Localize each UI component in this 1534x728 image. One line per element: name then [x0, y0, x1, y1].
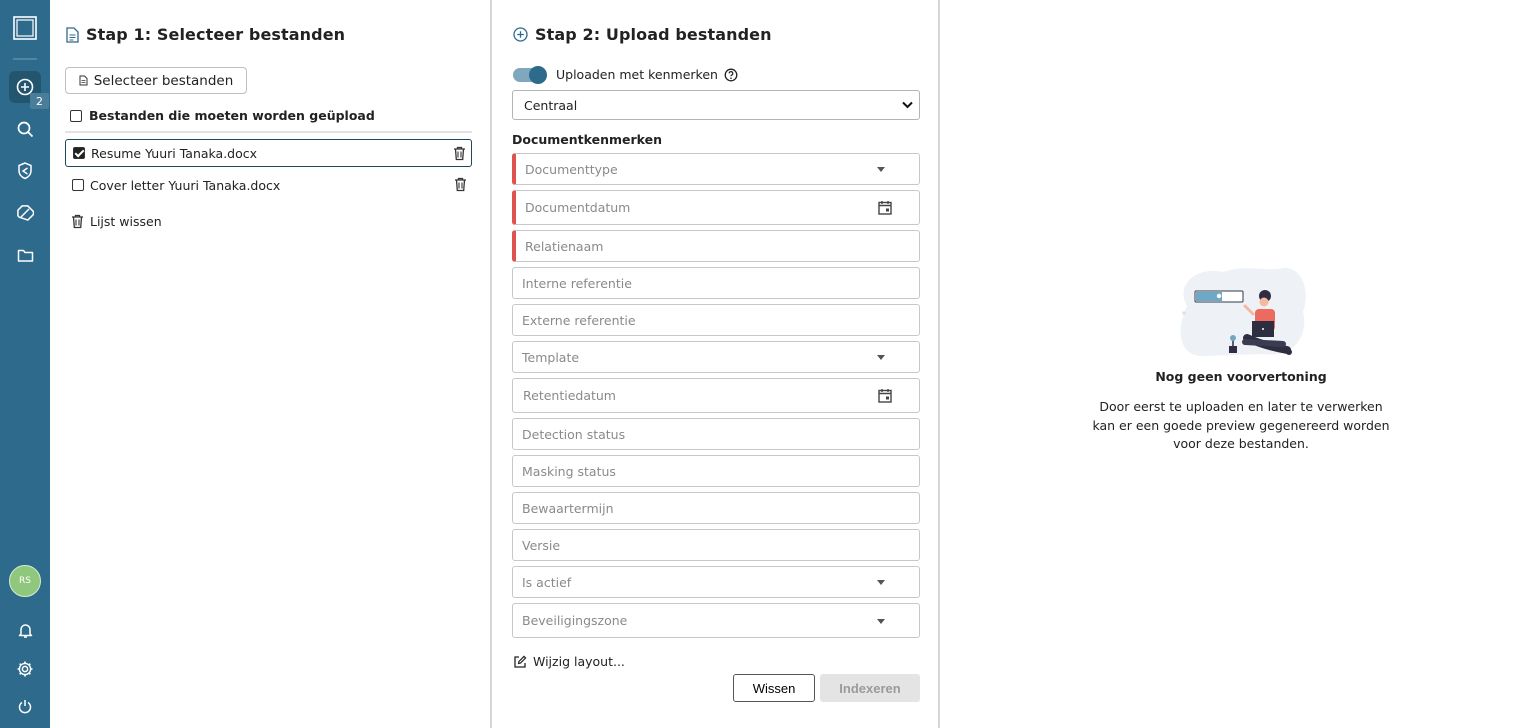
sidebar-divider: [13, 58, 37, 60]
relatienaam-field[interactable]: Relatienaam: [512, 230, 920, 262]
files-list-header-label: Bestanden die moeten worden geüpload: [89, 108, 375, 123]
step2-title: Stap 2: Upload bestanden: [535, 25, 772, 44]
sidebar-item-search[interactable]: [9, 113, 41, 145]
step1-heading: Stap 1: Selecteer bestanden: [66, 25, 345, 44]
toggle-label: Uploaden met kenmerken: [556, 67, 718, 82]
versie-field[interactable]: Versie: [512, 529, 920, 561]
sidebar-item-logout[interactable]: [9, 690, 41, 722]
index-button[interactable]: Indexeren: [820, 674, 920, 702]
bewaartermijn-placeholder: Bewaartermijn: [522, 500, 614, 516]
file-checkbox[interactable]: [72, 179, 84, 191]
step1-panel: Stap 1: Selecteer bestanden Selecteer be…: [50, 0, 492, 728]
gear-icon: [17, 661, 33, 677]
app-logo[interactable]: [9, 12, 41, 44]
is-actief-field[interactable]: Is actief: [512, 566, 920, 598]
documentdatum-placeholder: Documentdatum: [525, 200, 631, 215]
file-row[interactable]: Cover letter Yuuri Tanaka.docx: [65, 171, 472, 199]
trash-icon[interactable]: [453, 146, 466, 161]
sidebar-item-masking[interactable]: [9, 197, 41, 229]
upload-with-attributes-toggle[interactable]: [513, 65, 547, 84]
sidebar-item-folders[interactable]: [9, 239, 41, 271]
trash-icon: [72, 214, 83, 229]
interne-referentie-placeholder: Interne referentie: [522, 275, 632, 291]
interne-referentie-field[interactable]: Interne referentie: [512, 267, 920, 299]
documenttype-field[interactable]: Documenttype: [512, 153, 920, 185]
retentiedatum-placeholder: Retentiedatum: [523, 388, 616, 403]
file-checkbox[interactable]: [73, 147, 85, 159]
externe-referentie-field[interactable]: Externe referentie: [512, 304, 920, 336]
bewaartermijn-field[interactable]: Bewaartermijn: [512, 492, 920, 524]
select-all-checkbox[interactable]: [70, 109, 82, 122]
file-name: Resume Yuuri Tanaka.docx: [91, 145, 258, 161]
select-files-button[interactable]: Selecteer bestanden: [65, 67, 247, 94]
template-placeholder: Template: [522, 349, 580, 365]
attributes-section-label: Documentkenmerken: [512, 132, 663, 147]
edit-icon: [514, 655, 527, 668]
masking-status-placeholder: Masking status: [522, 463, 616, 479]
documenttype-placeholder: Documenttype: [525, 161, 618, 177]
caret-down-icon: [877, 618, 885, 624]
power-icon: [18, 699, 32, 713]
edit-layout-label: Wijzig layout...: [533, 654, 625, 669]
sidebar-item-security[interactable]: [9, 155, 41, 187]
caret-down-icon: [877, 580, 885, 585]
beveiligingszone-field[interactable]: Beveiligingszone: [512, 603, 920, 638]
step1-title: Stap 1: Selecteer bestanden: [86, 25, 346, 44]
shield-icon: [18, 162, 32, 180]
documentdatum-field[interactable]: Documentdatum: [512, 190, 920, 225]
preview-title: Nog geen voorvertoning: [1155, 369, 1327, 384]
retentiedatum-field[interactable]: Retentiedatum: [512, 378, 920, 413]
logo-icon: [13, 16, 37, 40]
sidebar-item-notifications[interactable]: [9, 614, 41, 646]
sidebar: 2 RS: [0, 0, 50, 728]
template-field[interactable]: Template: [512, 341, 920, 373]
files-list-header: Bestanden die moeten worden geüpload: [70, 108, 375, 123]
detection-status-placeholder: Detection status: [522, 426, 626, 442]
preview-description: Door eerst te uploaden en later te verwe…: [1092, 399, 1390, 451]
upload-with-attributes-row: Uploaden met kenmerken: [513, 65, 738, 84]
file-row[interactable]: Resume Yuuri Tanaka.docx: [65, 139, 472, 167]
edit-layout-link[interactable]: Wijzig layout...: [513, 654, 625, 669]
app: 2 RS Stap 1: Selecteer bestanden Selecte…: [0, 0, 1534, 728]
location-select-value: Centraal: [524, 97, 578, 113]
search-icon: [17, 121, 33, 137]
bell-icon: [18, 623, 32, 638]
plus-circle-icon: [513, 27, 528, 42]
select-files-label: Selecteer bestanden: [93, 72, 234, 89]
document-icon: [66, 26, 79, 43]
clear-list-button[interactable]: Lijst wissen: [71, 214, 162, 229]
file-icon: [79, 75, 88, 86]
tag-slash-icon: [17, 205, 34, 221]
caret-down-icon: [877, 167, 885, 172]
avatar[interactable]: RS: [9, 565, 41, 597]
versie-placeholder: Versie: [522, 537, 561, 553]
folder-icon: [17, 249, 33, 262]
list-header-divider: [65, 131, 472, 133]
upload-count-badge: 2: [30, 93, 49, 109]
chevron-down-icon: [902, 101, 913, 109]
detection-status-field[interactable]: Detection status: [512, 418, 920, 450]
caret-down-icon: [877, 355, 885, 360]
location-select[interactable]: Centraal: [512, 90, 920, 120]
is-actief-placeholder: Is actief: [522, 574, 572, 590]
clear-list-label: Lijst wissen: [90, 214, 162, 229]
step2-panel: Stap 2: Upload bestanden Uploaden met ke…: [493, 0, 940, 728]
preview-panel: Nog geen voorvertoning Door eerst te upl…: [942, 0, 1534, 728]
masking-status-field[interactable]: Masking status: [512, 455, 920, 487]
file-name: Cover letter Yuuri Tanaka.docx: [90, 177, 281, 193]
clear-button[interactable]: Wissen: [733, 674, 815, 702]
sidebar-item-settings[interactable]: [9, 653, 41, 685]
relatienaam-placeholder: Relatienaam: [525, 238, 604, 254]
help-icon[interactable]: [724, 68, 738, 82]
externe-referentie-placeholder: Externe referentie: [522, 312, 636, 328]
beveiligingszone-placeholder: Beveiligingszone: [522, 613, 628, 628]
calendar-icon[interactable]: [878, 388, 892, 403]
step2-heading: Stap 2: Upload bestanden: [513, 25, 772, 44]
trash-icon[interactable]: [454, 177, 467, 192]
upload-illustration: [1180, 267, 1306, 357]
calendar-icon[interactable]: [878, 200, 892, 215]
